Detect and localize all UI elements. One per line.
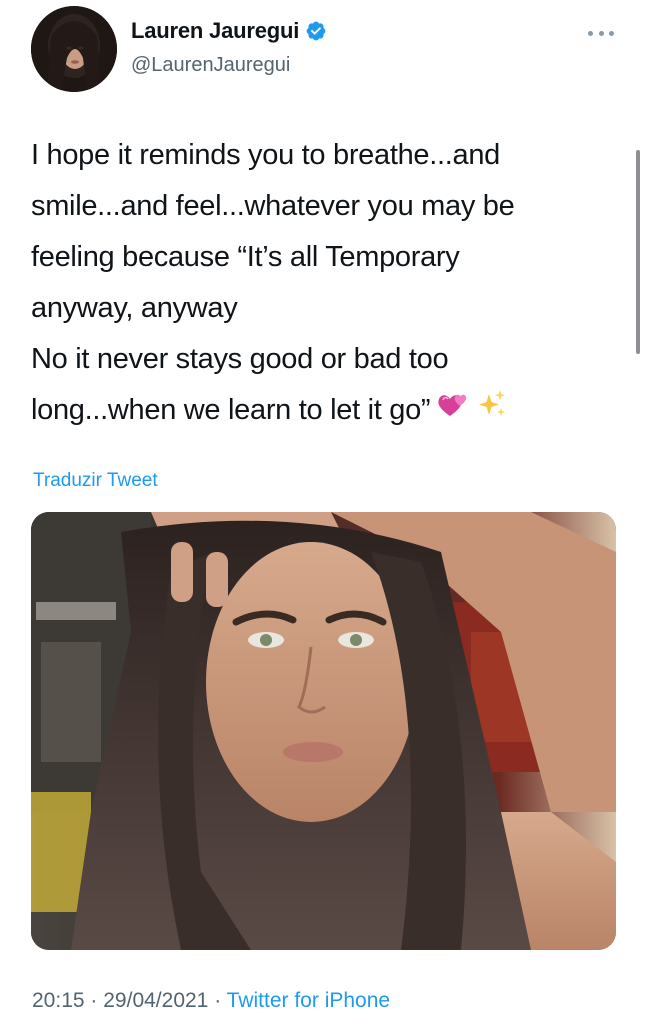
meta-separator: · bbox=[90, 989, 98, 1012]
tweet-text-line: anyway, anyway bbox=[31, 292, 238, 324]
scrollbar[interactable] bbox=[636, 150, 640, 354]
author-name-row[interactable]: Lauren Jauregui bbox=[131, 18, 327, 44]
tweet-text-line: I hope it reminds you to breathe...and bbox=[31, 139, 501, 171]
verified-badge-icon bbox=[305, 20, 327, 42]
more-horizontal-icon[interactable] bbox=[588, 26, 614, 40]
two-hearts-emoji-icon bbox=[436, 386, 470, 437]
tweet-detail-view: Lauren Jauregui @LaurenJauregui I hope i… bbox=[0, 0, 647, 1024]
tweet-photo[interactable] bbox=[31, 512, 616, 950]
tweet-text-line: No it never stays good or bad too bbox=[31, 343, 449, 375]
tweet-meta: 20:15 · 29/04/2021 · Twitter for iPhone bbox=[32, 989, 390, 1013]
profile-photo-icon bbox=[31, 6, 117, 92]
more-dot bbox=[588, 30, 593, 36]
translate-tweet-link[interactable]: Traduzir Tweet bbox=[33, 470, 158, 492]
author-handle[interactable]: @LaurenJauregui bbox=[131, 54, 290, 77]
sparkles-emoji-icon bbox=[476, 386, 508, 437]
avatar[interactable] bbox=[31, 6, 117, 92]
tweet-text: I hope it reminds you to breathe...and s… bbox=[31, 130, 611, 437]
tweet-text-line: feeling because “It’s all Temporary bbox=[31, 241, 460, 273]
more-dot bbox=[598, 30, 604, 36]
tweet-source-link[interactable]: Twitter for iPhone bbox=[227, 989, 390, 1012]
author-display-name[interactable]: Lauren Jauregui bbox=[131, 18, 299, 44]
more-dot bbox=[609, 30, 614, 36]
tweet-text-last-line: long...when we learn to let it go” bbox=[31, 385, 611, 437]
tweet-text-line: smile...and feel...whatever you may be bbox=[31, 190, 515, 222]
selfie-photo-icon bbox=[31, 512, 616, 950]
meta-separator: · bbox=[214, 989, 222, 1012]
tweet-time[interactable]: 20:15 bbox=[32, 989, 85, 1012]
tweet-date[interactable]: 29/04/2021 bbox=[103, 989, 208, 1012]
tweet-text-line: long...when we learn to let it go” bbox=[31, 394, 431, 426]
